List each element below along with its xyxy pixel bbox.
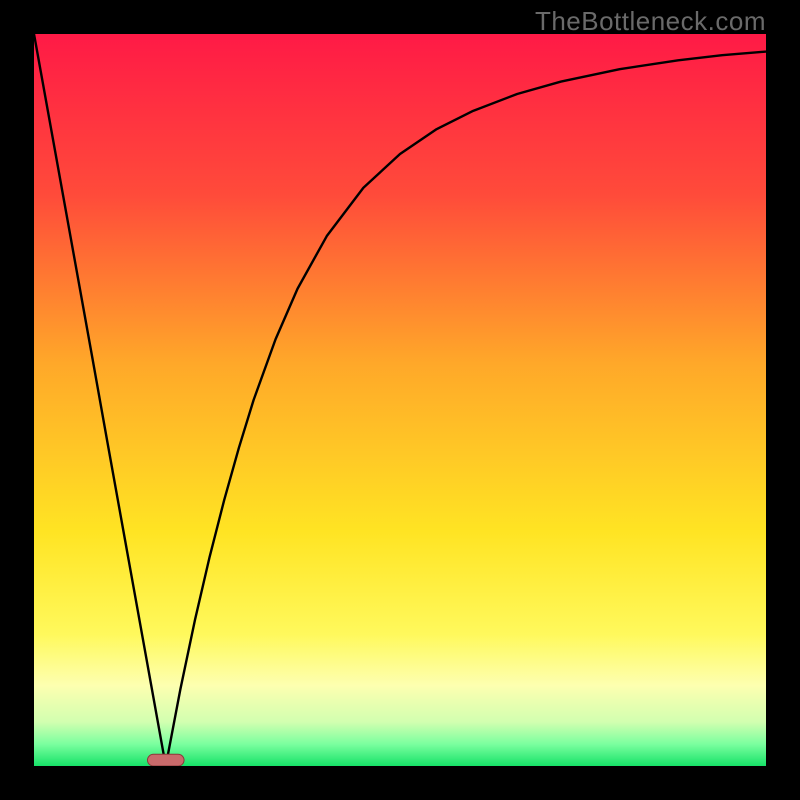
watermark-text: TheBottleneck.com (535, 6, 766, 37)
chart-frame: TheBottleneck.com (0, 0, 800, 800)
plot-area (34, 34, 766, 766)
optimum-marker (34, 34, 766, 766)
